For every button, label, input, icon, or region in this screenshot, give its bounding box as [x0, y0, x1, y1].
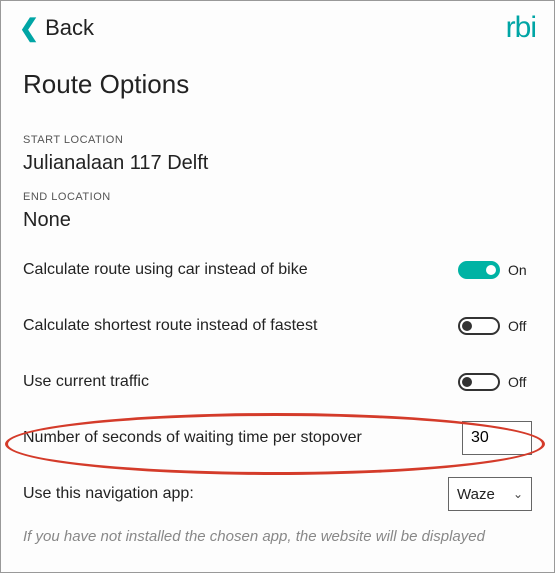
option-car-label: Calculate route using car instead of bik… [23, 261, 308, 279]
option-navapp-row: Use this navigation app: Waze ⌄ [23, 466, 532, 522]
option-traffic-state: Off [508, 374, 532, 390]
page-title: Route Options [1, 51, 554, 108]
option-traffic-toggle[interactable] [458, 373, 500, 391]
start-location-label: START LOCATION [23, 134, 532, 146]
option-traffic-label: Use current traffic [23, 373, 149, 391]
logo: rbi [506, 11, 536, 45]
header: ❮ Back rbi [1, 1, 554, 51]
option-shortest-state: Off [508, 318, 532, 334]
back-label: Back [45, 15, 94, 41]
option-traffic-row: Use current traffic Off [23, 354, 532, 410]
waiting-seconds-input[interactable] [462, 421, 532, 455]
option-car-toggle[interactable] [458, 261, 500, 279]
option-shortest-label: Calculate shortest route instead of fast… [23, 317, 317, 335]
option-waiting-row: Number of seconds of waiting time per st… [23, 410, 532, 466]
option-shortest-row: Calculate shortest route instead of fast… [23, 298, 532, 354]
navapp-select[interactable]: Waze ⌄ [448, 477, 532, 511]
option-car-state: On [508, 262, 532, 278]
navapp-hint: If you have not installed the chosen app… [1, 522, 554, 545]
end-location-value[interactable]: None [23, 209, 532, 232]
chevron-left-icon: ❮ [19, 14, 39, 43]
start-location-value[interactable]: Julianalaan 117 Delft [23, 152, 532, 175]
option-waiting-label: Number of seconds of waiting time per st… [23, 429, 362, 447]
chevron-down-icon: ⌄ [513, 487, 523, 501]
content: START LOCATION Julianalaan 117 Delft END… [1, 108, 554, 522]
end-location-label: END LOCATION [23, 191, 532, 203]
option-car-row: Calculate route using car instead of bik… [23, 242, 532, 298]
option-navapp-label: Use this navigation app: [23, 485, 194, 503]
navapp-value: Waze [457, 486, 495, 503]
option-shortest-toggle[interactable] [458, 317, 500, 335]
back-button[interactable]: ❮ Back [19, 14, 94, 43]
